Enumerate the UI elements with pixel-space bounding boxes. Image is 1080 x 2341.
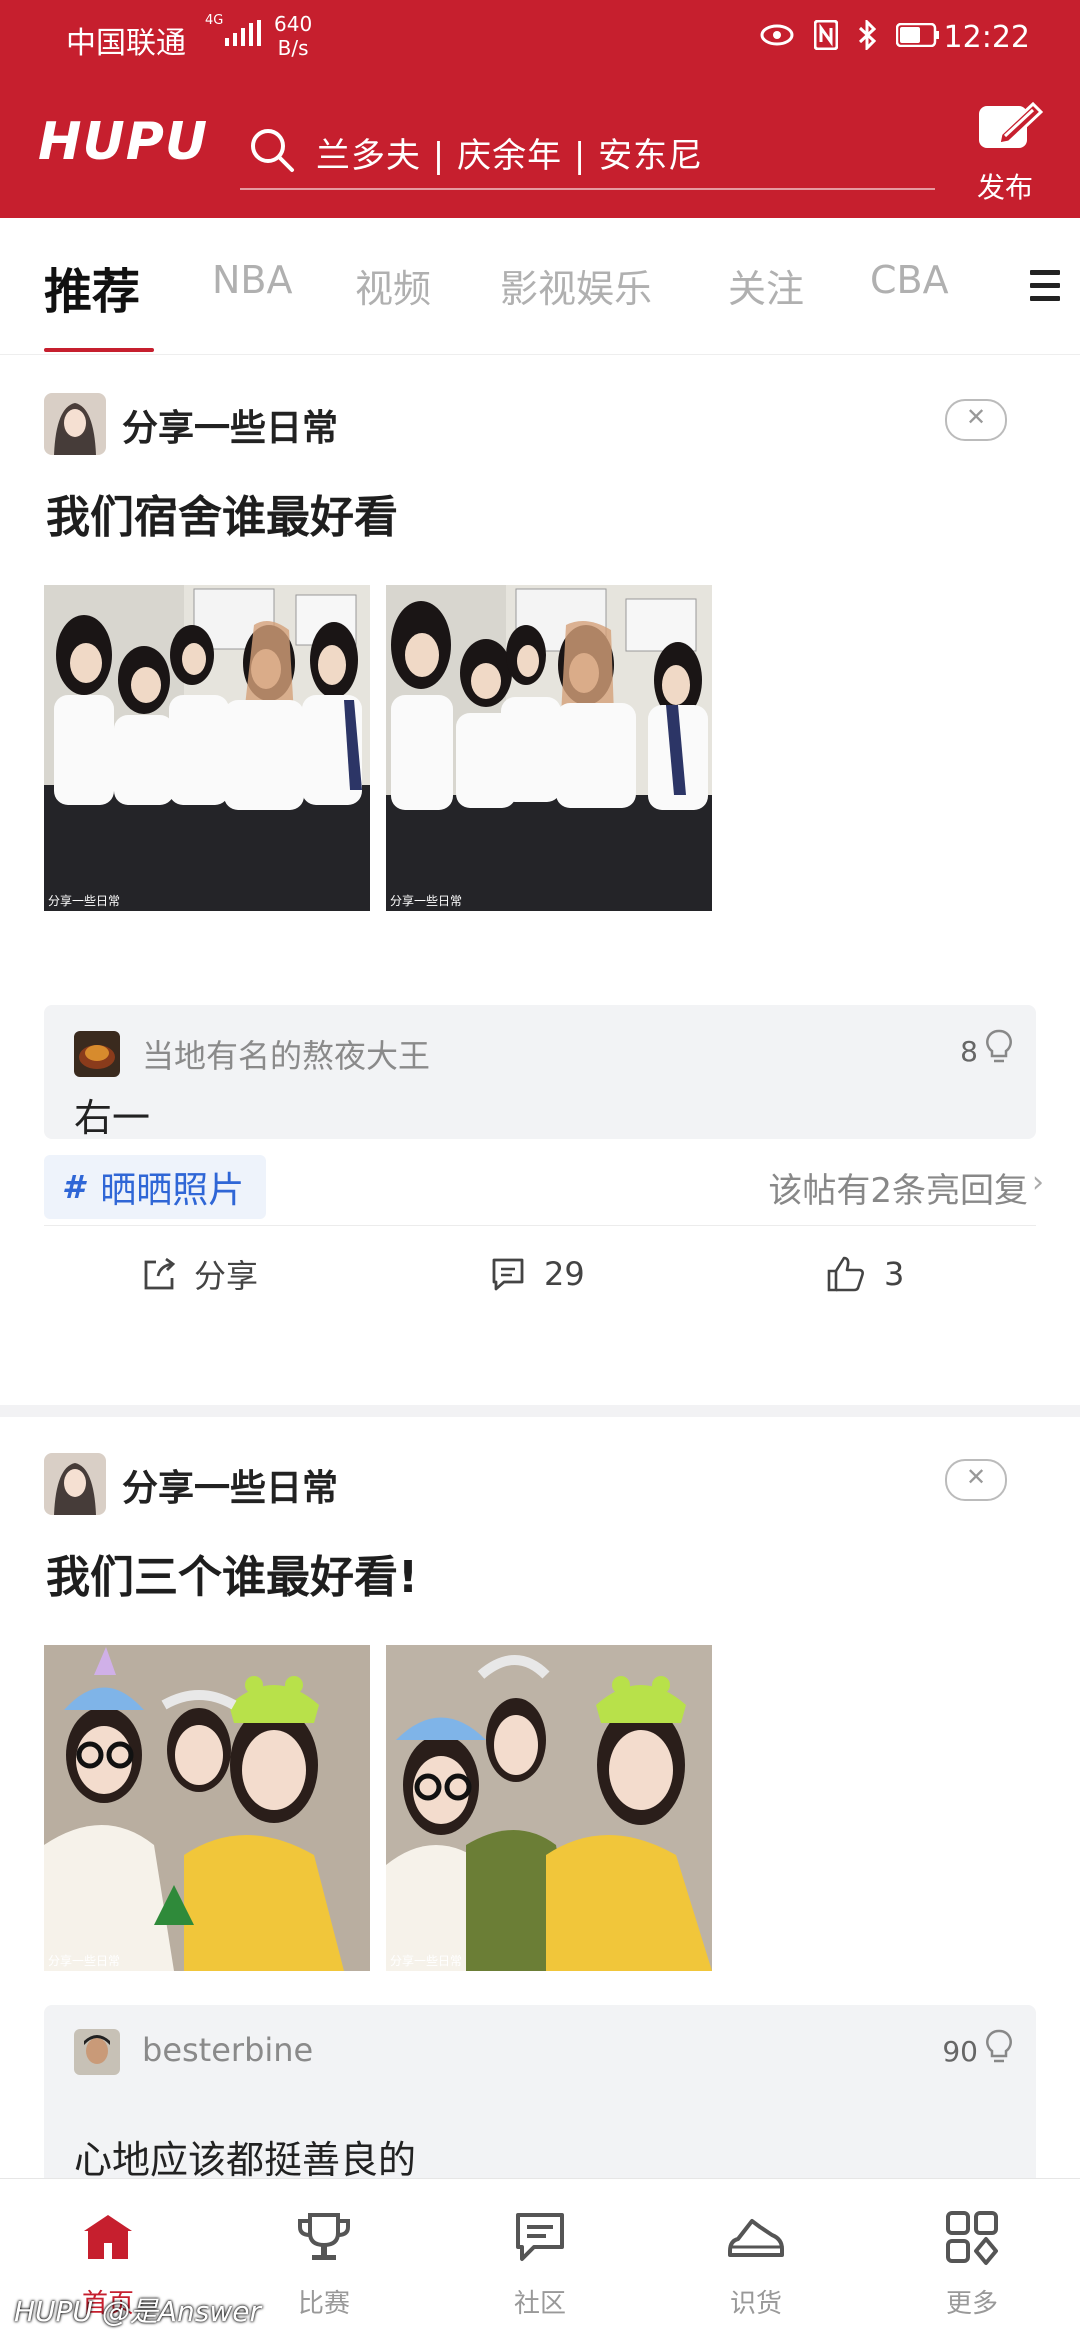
reply-like-count: 90 bbox=[942, 2035, 978, 2068]
reply-avatar[interactable] bbox=[74, 1031, 120, 1077]
network-type: 4G bbox=[205, 13, 224, 28]
highlight-reply[interactable]: 当地有名的熬夜大王 8 右一 bbox=[44, 1005, 1036, 1140]
status-bar: 中国联通 4G 640 B/s 12:22 bbox=[0, 0, 1080, 78]
nav-more-label: 更多 bbox=[945, 2289, 998, 2319]
share-icon bbox=[144, 1257, 176, 1290]
signal-icon bbox=[225, 20, 261, 46]
status-icons bbox=[760, 20, 940, 50]
search-placeholder: 兰多夫 | 庆余年 | 安东尼 bbox=[316, 136, 704, 176]
home-icon bbox=[84, 2215, 132, 2259]
channel-tabs: 推荐 NBA 视频 影视娱乐 关注 CBA bbox=[0, 218, 1080, 355]
compose-icon bbox=[979, 101, 1044, 148]
chevron-right-icon: › bbox=[1032, 1165, 1044, 1200]
board-avatar[interactable] bbox=[44, 393, 106, 455]
bright-replies-link[interactable]: 该帖有2条亮回复 bbox=[768, 1163, 1028, 1212]
reply-username[interactable]: 当地有名的熬夜大王 bbox=[142, 1031, 430, 1077]
nav-community-label: 社区 bbox=[513, 2289, 566, 2319]
image-watermark: 分享一些日常 bbox=[48, 894, 121, 908]
speed-unit: B/s bbox=[277, 36, 309, 60]
post-title[interactable]: 我们三个谁最好看! bbox=[46, 1541, 418, 1605]
dismiss-button[interactable]: ✕ bbox=[945, 399, 1007, 441]
tab-nba[interactable]: NBA bbox=[212, 258, 293, 302]
tab-cba[interactable]: CBA bbox=[870, 258, 949, 302]
post-title[interactable]: 我们宿舍谁最好看 bbox=[46, 481, 398, 545]
tab-recommend[interactable]: 推荐 bbox=[44, 252, 140, 322]
speed-value: 640 bbox=[274, 12, 313, 36]
tab-entertainment[interactable]: 影视娱乐 bbox=[500, 258, 652, 313]
board-name[interactable]: 分享一些日常 bbox=[122, 1459, 338, 1511]
search-bar[interactable]: 兰多夫 | 庆余年 | 安东尼 bbox=[240, 118, 935, 190]
carrier-name: 中国联通 bbox=[66, 26, 186, 61]
post-image[interactable]: 分享一些日常 bbox=[44, 585, 370, 911]
app-header: 中国联通 4G 640 B/s 12:22 HUPU 兰多夫 | 庆余年 | 安… bbox=[0, 0, 1080, 218]
image-watermark: 分享一些日常 bbox=[390, 894, 463, 908]
reply-text: 右一 bbox=[74, 1096, 151, 1140]
trophy-icon bbox=[298, 2213, 350, 2260]
reply-avatar[interactable] bbox=[74, 2029, 120, 2075]
lightbulb-icon[interactable] bbox=[986, 1029, 1012, 1065]
post-image[interactable]: 分享一些日常 bbox=[386, 1645, 712, 1971]
battery-icon bbox=[896, 23, 939, 47]
comment-icon bbox=[492, 1258, 524, 1291]
nav-shihuo-label: 识货 bbox=[729, 2289, 782, 2319]
hupu-logo[interactable]: HUPU bbox=[38, 112, 208, 172]
close-icon: ✕ bbox=[965, 403, 987, 431]
publish-label: 发布 bbox=[977, 171, 1034, 204]
community-icon bbox=[516, 2213, 564, 2261]
divider bbox=[44, 1225, 1036, 1226]
nav-more[interactable]: 更多 bbox=[864, 2179, 1080, 2341]
highlight-reply[interactable]: besterbine 90 心地应该都挺善良的 bbox=[44, 2005, 1036, 2205]
board-avatar[interactable] bbox=[44, 1453, 106, 1515]
post-image[interactable]: 分享一些日常 bbox=[386, 585, 712, 911]
tab-menu-icon[interactable] bbox=[1030, 270, 1060, 309]
close-icon: ✕ bbox=[965, 1463, 987, 1491]
tab-follow[interactable]: 关注 bbox=[728, 258, 804, 313]
comment-count: 29 bbox=[544, 1255, 585, 1293]
like-count: 3 bbox=[884, 1255, 905, 1293]
sneaker-icon bbox=[728, 2219, 784, 2257]
search-icon bbox=[251, 129, 294, 172]
board-name[interactable]: 分享一些日常 bbox=[122, 399, 338, 451]
post-image[interactable]: 分享一些日常 bbox=[44, 1645, 370, 1971]
eye-icon bbox=[760, 24, 794, 46]
network-speed: 640 B/s bbox=[274, 12, 312, 60]
screenshot-watermark: HUPU @是Answer bbox=[14, 2295, 261, 2328]
publish-button[interactable]: 发布 bbox=[975, 100, 1045, 204]
clock: 12:22 bbox=[943, 20, 1030, 55]
more-grid-icon bbox=[946, 2211, 998, 2265]
nfc-icon bbox=[814, 20, 838, 50]
image-watermark: 分享一些日常 bbox=[48, 1954, 121, 1968]
reply-username[interactable]: besterbine bbox=[142, 2031, 313, 2069]
reply-like-count: 8 bbox=[960, 1035, 978, 1068]
comment-button[interactable]: 29 bbox=[490, 1239, 585, 1309]
image-watermark: 分享一些日常 bbox=[390, 1954, 463, 1968]
like-button[interactable]: 3 bbox=[826, 1239, 904, 1309]
reply-text: 心地应该都挺善良的 bbox=[74, 2138, 417, 2182]
share-label: 分享 bbox=[194, 1257, 259, 1295]
hashtag-icon: # bbox=[62, 1168, 85, 1206]
bluetooth-icon bbox=[858, 20, 876, 50]
lightbulb-icon[interactable] bbox=[986, 2029, 1012, 2065]
nav-shihuo[interactable]: 识货 bbox=[648, 2179, 864, 2341]
dismiss-button[interactable]: ✕ bbox=[945, 1459, 1007, 1501]
nav-community[interactable]: 社区 bbox=[432, 2179, 648, 2341]
topic-tag[interactable]: # 晒晒照片 bbox=[44, 1155, 267, 1219]
post-card[interactable]: 分享一些日常 ✕ 我们宿舍谁最好看 分享一些日常 分享一些日常 当地有名的熬夜大… bbox=[0, 355, 1080, 1405]
topic-tag-label: 晒晒照片 bbox=[100, 1170, 245, 1211]
tab-video[interactable]: 视频 bbox=[355, 258, 431, 313]
active-tab-indicator bbox=[44, 348, 154, 352]
thumbs-up-icon bbox=[827, 1256, 864, 1292]
share-button[interactable]: 分享 bbox=[140, 1239, 258, 1309]
